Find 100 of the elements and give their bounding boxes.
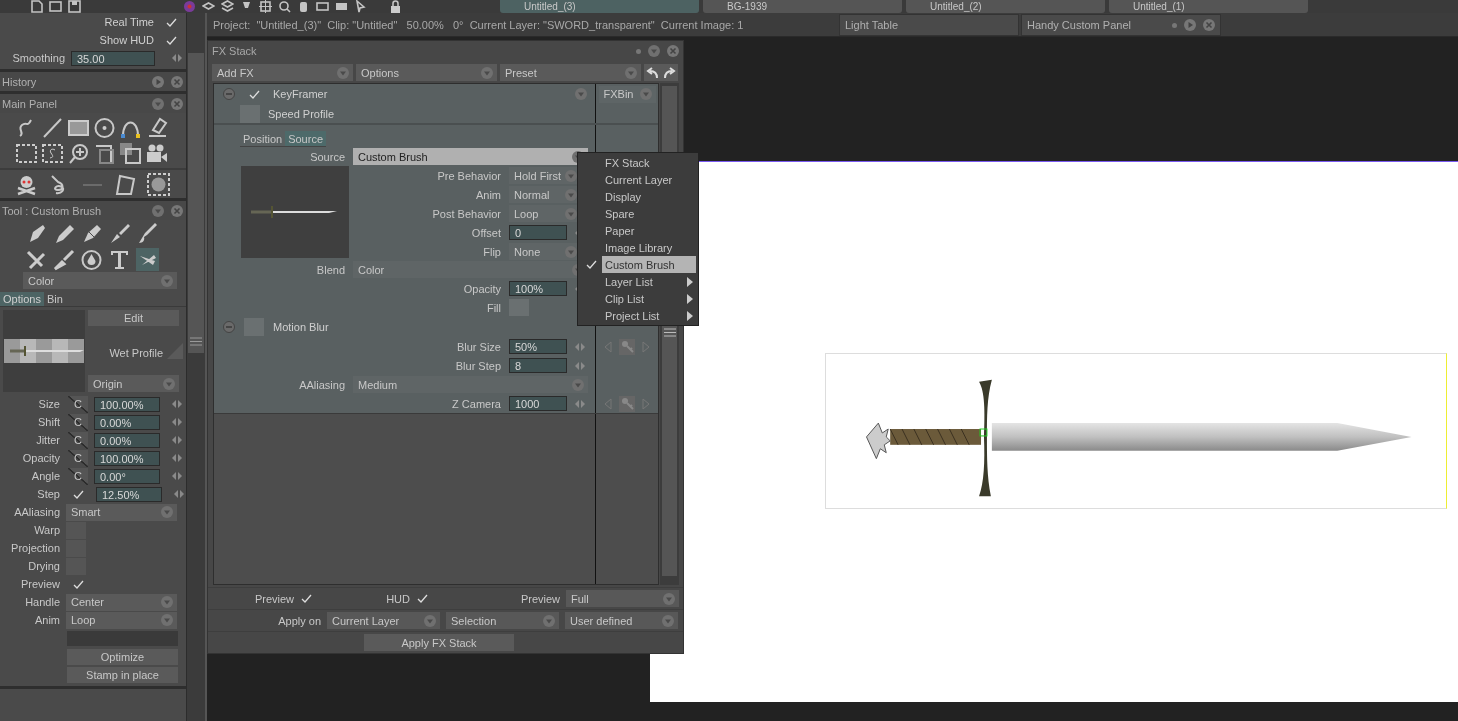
- tab[interactable]: Options: [0, 292, 44, 306]
- number-field[interactable]: 0: [509, 225, 567, 240]
- document-tab[interactable]: BG-1939: [703, 0, 902, 13]
- stack-icon[interactable]: [221, 0, 234, 13]
- button[interactable]: Stamp in place: [67, 667, 178, 683]
- origin-dropdown[interactable]: Origin: [88, 375, 179, 392]
- redo-icon[interactable]: [663, 66, 676, 79]
- menu-item[interactable]: Project List: [602, 307, 696, 324]
- light-table-panel[interactable]: Light Table: [839, 14, 1019, 36]
- dropdown[interactable]: Loop: [66, 611, 177, 629]
- spin-arrows-icon[interactable]: [575, 360, 585, 371]
- toggle-button[interactable]: C: [68, 413, 88, 431]
- menu-item[interactable]: Layer List: [602, 273, 696, 290]
- multi-tool-icon[interactable]: [136, 248, 159, 271]
- smoothing-field[interactable]: 35.00: [71, 50, 155, 66]
- close-icon[interactable]: [667, 45, 679, 57]
- dropdown[interactable]: Full: [566, 590, 679, 607]
- toggle-button[interactable]: C: [68, 431, 88, 449]
- document-tab[interactable]: Untitled_(3): [500, 0, 699, 13]
- ruler-icon[interactable]: [335, 0, 348, 13]
- dropdown[interactable]: Selection: [446, 612, 559, 629]
- close-icon[interactable]: [171, 75, 183, 88]
- water-drop-icon[interactable]: [80, 248, 103, 271]
- close-icon[interactable]: [1203, 19, 1215, 31]
- magnifier-icon[interactable]: [278, 0, 291, 13]
- checkbox[interactable]: [240, 104, 260, 123]
- right-triangle-icon[interactable]: [641, 397, 651, 410]
- dropdown[interactable]: Current Layer: [327, 612, 440, 629]
- film-icon[interactable]: [316, 0, 329, 13]
- dropdown[interactable]: Custom Brush: [353, 148, 588, 165]
- transform-icon[interactable]: [119, 142, 142, 165]
- scrollbar[interactable]: [187, 13, 207, 721]
- dropdown[interactable]: User defined: [565, 612, 678, 629]
- menu-item[interactable]: Spare: [602, 205, 696, 222]
- number-field[interactable]: 100.00%: [94, 396, 160, 412]
- tab[interactable]: Source: [285, 131, 326, 146]
- dropdown[interactable]: Preset: [500, 64, 641, 81]
- number-field[interactable]: 8: [509, 358, 567, 373]
- brush-icon[interactable]: [108, 222, 131, 245]
- ink-brush-icon[interactable]: [136, 222, 159, 245]
- right-triangle-icon[interactable]: [641, 340, 651, 353]
- menu-item[interactable]: Display: [602, 188, 696, 205]
- document-tab[interactable]: Untitled_(2): [906, 0, 1105, 13]
- toggle-button[interactable]: C: [68, 395, 88, 413]
- paintbrush-icon[interactable]: [52, 248, 75, 271]
- close-icon[interactable]: [171, 204, 183, 217]
- crop-icon[interactable]: [93, 142, 116, 165]
- text-tool-icon[interactable]: [108, 248, 131, 271]
- document-icon[interactable]: [30, 0, 43, 13]
- key-button[interactable]: [619, 395, 635, 412]
- undo-icon[interactable]: [646, 66, 659, 79]
- dot-icon[interactable]: [1172, 22, 1177, 28]
- custom-panel[interactable]: Handy Custom Panel: [1021, 14, 1221, 36]
- selection-text-icon[interactable]: [41, 142, 64, 165]
- spin-arrows-icon[interactable]: [172, 453, 182, 463]
- scrollbar-thumb[interactable]: [188, 53, 204, 353]
- save-icon[interactable]: [68, 0, 81, 13]
- menu-item[interactable]: FX Stack: [602, 154, 696, 171]
- selection-icon[interactable]: [15, 142, 38, 165]
- frame-icon[interactable]: [49, 0, 62, 13]
- edit-button[interactable]: Edit: [88, 310, 179, 326]
- dropdown[interactable]: Add FX: [212, 64, 353, 81]
- dropdown[interactable]: Smart: [66, 503, 177, 521]
- toggle-button[interactable]: C: [68, 449, 88, 467]
- bottle-icon[interactable]: [297, 0, 310, 13]
- play-icon[interactable]: [1184, 19, 1196, 31]
- spin-arrows-icon[interactable]: [575, 341, 585, 352]
- menu-item[interactable]: Image Library: [602, 239, 696, 256]
- minus-circle-icon[interactable]: [223, 321, 235, 333]
- key-button[interactable]: [619, 338, 635, 355]
- ellipse-tool-icon[interactable]: [93, 116, 116, 139]
- spin-arrows-icon[interactable]: [172, 53, 182, 63]
- spin-arrows-icon[interactable]: [172, 417, 182, 427]
- number-field[interactable]: 100%: [509, 281, 567, 296]
- checkerboard-icon[interactable]: [147, 173, 170, 196]
- menu-item[interactable]: Custom Brush: [602, 256, 696, 273]
- close-icon[interactable]: [171, 97, 183, 110]
- menu-lines-icon[interactable]: [190, 337, 202, 346]
- document-tab[interactable]: Untitled_(1): [1109, 0, 1308, 13]
- spin-arrows-icon[interactable]: [172, 435, 182, 445]
- left-triangle-icon[interactable]: [603, 340, 613, 353]
- dropdown[interactable]: Options: [356, 64, 497, 81]
- color-wheel-icon[interactable]: [183, 0, 196, 13]
- dropdown[interactable]: Center: [66, 593, 177, 611]
- color-dropdown[interactable]: Color: [23, 272, 177, 289]
- spin-arrows-icon[interactable]: [174, 489, 184, 499]
- knife-icon[interactable]: [24, 248, 47, 271]
- target-icon[interactable]: [259, 0, 272, 13]
- dropdown[interactable]: Medium: [353, 376, 588, 393]
- number-field[interactable]: 50%: [509, 339, 567, 354]
- spin-arrows-icon[interactable]: [575, 398, 585, 409]
- skull-icon[interactable]: [15, 173, 38, 196]
- number-field[interactable]: 0.00%: [94, 414, 160, 430]
- menu-item[interactable]: Clip List: [602, 290, 696, 307]
- toggle-button[interactable]: C: [68, 467, 88, 485]
- apply-button[interactable]: Apply FX Stack: [364, 634, 514, 651]
- menu-lines-icon[interactable]: [663, 328, 676, 337]
- number-field[interactable]: 1000: [509, 396, 567, 411]
- play-icon[interactable]: [152, 75, 164, 88]
- video-camera-icon[interactable]: [145, 142, 168, 165]
